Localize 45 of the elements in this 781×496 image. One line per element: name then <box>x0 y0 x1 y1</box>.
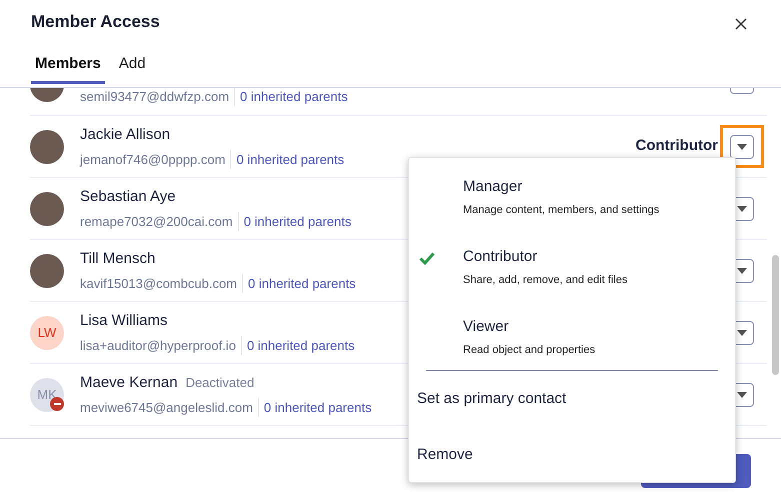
member-email: kavif15013@combcub.com <box>80 274 243 293</box>
member-name: Sebastian Aye <box>80 187 176 207</box>
inherited-parents-link[interactable]: 0 inherited parents <box>236 150 344 169</box>
role-option[interactable]: Manager Manage content, members, and settings <box>409 176 735 228</box>
member-name: Jackie Allison <box>80 125 170 145</box>
avatar-photo-placeholder <box>30 192 64 226</box>
inherited-parents-link[interactable]: 0 inherited parents <box>244 212 352 231</box>
member-name: Till Mensch <box>80 249 156 269</box>
inherited-parents-link[interactable]: 0 inherited parents <box>248 274 356 293</box>
role-option[interactable]: Contributor Share, add, remove, and edit files <box>409 246 735 298</box>
role-description: Read object and properties <box>463 342 596 358</box>
caret-icon <box>737 392 747 398</box>
member-name: Maeve Kernan <box>80 373 178 393</box>
role-title: Manager <box>463 177 524 197</box>
member-email: semil93477@ddwfzp.com <box>80 88 236 106</box>
avatar-photo-placeholder <box>30 130 64 164</box>
avatar-initials: LW <box>30 316 64 350</box>
inherited-parents-link[interactable]: 0 inherited parents <box>240 88 348 106</box>
scrollbar-thumb[interactable] <box>772 255 779 375</box>
member-email: jemanof746@0pppp.com <box>80 150 232 169</box>
role-title: Contributor <box>463 247 538 267</box>
inherited-parents-link[interactable]: 0 inherited parents <box>264 398 372 417</box>
tab[interactable]: Add <box>114 52 150 84</box>
role-description: Share, add, remove, and edit files <box>463 272 628 288</box>
role-dropdown-button[interactable] <box>730 134 754 158</box>
tab[interactable]: Members <box>31 52 105 84</box>
member-email: lisa+auditor@hyperproof.io <box>80 336 242 355</box>
close-icon <box>735 18 747 30</box>
caret-icon <box>737 330 747 336</box>
inherited-parents-link[interactable]: 0 inherited parents <box>246 336 355 355</box>
role-description: Manage content, members, and settings <box>463 202 660 218</box>
role-option[interactable]: Viewer Read object and properties <box>409 316 735 368</box>
status-label: Deactivated <box>186 374 254 392</box>
caret-icon <box>737 144 747 150</box>
avatar-photo-placeholder <box>30 254 64 288</box>
member-email: remape7032@200cai.com <box>80 212 239 231</box>
dialog-title: Member Access <box>31 11 160 33</box>
member-name: Lisa Williams <box>80 311 168 331</box>
menu-action[interactable]: Set as primary contact <box>409 371 735 427</box>
role-label: Contributor <box>636 136 718 156</box>
caret-icon <box>737 206 747 212</box>
member-email: meviwe6745@angeleslid.com <box>80 398 259 417</box>
role-title: Viewer <box>463 317 510 337</box>
menu-action[interactable]: Remove <box>409 427 735 483</box>
caret-icon <box>737 268 747 274</box>
